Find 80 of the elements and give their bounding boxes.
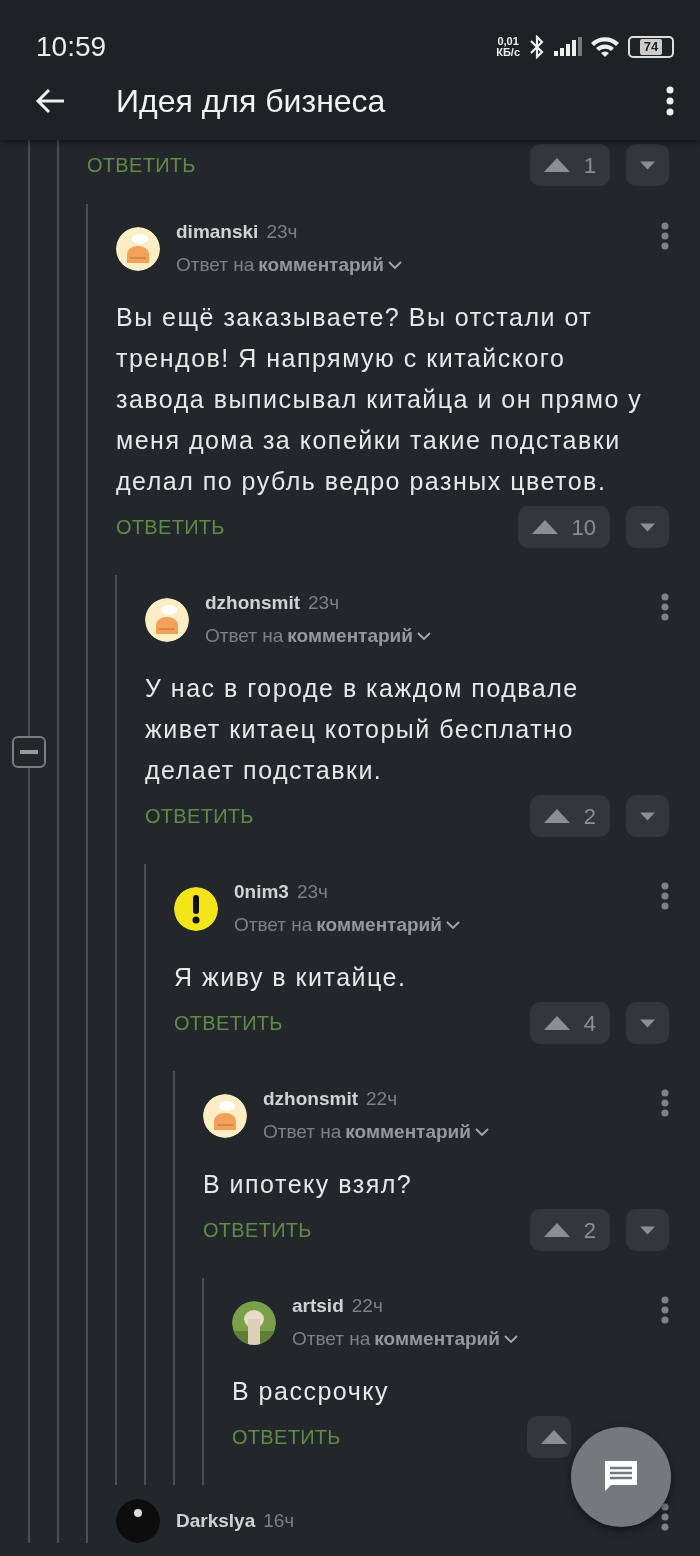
more-icon [661, 1503, 669, 1531]
reply-button[interactable]: ОТВЕТИТЬ [232, 1422, 341, 1452]
author-name[interactable]: Darkslya [176, 1509, 256, 1531]
comment-time: 16ч [263, 1509, 295, 1531]
back-arrow-icon [34, 87, 66, 115]
reply-to-text: Ответ на [292, 1326, 371, 1351]
chevron-down-icon[interactable] [474, 1126, 489, 1137]
reply-to-link[interactable]: комментарий [287, 621, 413, 650]
comment-time: 22ч [351, 1295, 383, 1316]
up-arrow-icon [543, 809, 570, 823]
upvote-button[interactable]: 2 [529, 1209, 610, 1251]
more-icon [661, 882, 669, 910]
signal-icon [554, 37, 582, 57]
reply-button[interactable]: ОТВЕТИТЬ [203, 1215, 312, 1245]
more-icon [666, 86, 674, 116]
comment-time: 22ч [366, 1088, 398, 1109]
up-arrow-icon [543, 1223, 570, 1237]
downvote-button[interactable] [626, 144, 669, 186]
comment-time: 23ч [308, 592, 340, 613]
upvote-button[interactable]: 10 [517, 506, 610, 548]
up-arrow-icon [531, 520, 558, 534]
reply-to-link[interactable]: комментарий [345, 1117, 471, 1146]
minus-icon [20, 750, 38, 754]
down-arrow-icon [640, 158, 655, 172]
down-arrow-icon [640, 809, 655, 823]
reply-button[interactable]: ОТВЕТИТЬ [87, 150, 196, 180]
page-title: Идея для бизнеса [116, 82, 386, 121]
chevron-down-icon[interactable] [416, 630, 431, 641]
reply-to-text: Ответ на [176, 252, 255, 277]
network-speed: 0,01 КБ/с [496, 36, 520, 58]
author-name[interactable]: dzhonsmit [205, 592, 300, 613]
comment-text: У нас в городе в каждом подвале живет китаец который бесплатно делает подставки. [145, 673, 580, 786]
back-button[interactable] [34, 87, 66, 115]
author-name[interactable]: dimanski [176, 221, 259, 242]
chevron-down-icon[interactable] [445, 919, 460, 930]
more-icon [661, 1089, 669, 1117]
downvote-button[interactable] [626, 1209, 669, 1251]
comment-text: В рассрочку [232, 1376, 390, 1407]
reply-to-text: Ответ на [205, 623, 284, 648]
reply-to-text: Ответ на [263, 1119, 342, 1144]
up-arrow-icon [543, 1016, 570, 1030]
more-icon [661, 222, 669, 250]
upvote-button[interactable]: 1 [529, 144, 610, 186]
comment-text: Я живу в китайце. [174, 962, 408, 993]
upvote-button[interactable] [527, 1416, 571, 1458]
wifi-icon [590, 36, 620, 58]
status-time: 10:59 [36, 30, 107, 64]
chevron-down-icon[interactable] [387, 259, 402, 270]
chevron-down-icon[interactable] [503, 1333, 518, 1344]
reply-button[interactable]: ОТВЕТИТЬ [116, 512, 225, 542]
reply-button[interactable]: ОТВЕТИТЬ [174, 1008, 283, 1038]
downvote-button[interactable] [626, 506, 669, 548]
comment-text: Вы ещё заказываете? Вы отстали от трендов! Я напрямую с китайского завода выписывал китайца и он прямо у меня дома за копейки такие подставки делал по рубль ведро разных цветов. [116, 302, 644, 497]
battery-indicator: 74 [628, 36, 674, 58]
comment-time: 23ч [266, 221, 298, 242]
more-options-button[interactable] [666, 86, 674, 116]
comment-button[interactable] [571, 1427, 671, 1527]
upvote-button[interactable]: 2 [529, 795, 610, 837]
more-icon [661, 1296, 669, 1324]
comment-text: В ипотеку взял? [203, 1169, 414, 1200]
down-arrow-icon [640, 520, 655, 534]
author-name[interactable]: dzhonsmit [263, 1088, 358, 1109]
collapse-button[interactable] [12, 736, 46, 768]
upvote-button[interactable]: 4 [529, 1002, 610, 1044]
down-arrow-icon [640, 1223, 655, 1237]
up-arrow-icon [543, 158, 570, 172]
reply-to-link[interactable]: комментарий [316, 910, 442, 939]
more-icon [661, 593, 669, 621]
down-arrow-icon [640, 1016, 655, 1030]
up-arrow-icon [541, 1430, 567, 1444]
author-name[interactable]: artsid [292, 1295, 344, 1316]
downvote-button[interactable] [626, 795, 669, 837]
comment-time: 23ч [296, 881, 328, 902]
reply-to-link[interactable]: комментарий [258, 250, 384, 279]
reply-to-text: Ответ на [234, 912, 313, 937]
bluetooth-icon [528, 35, 546, 59]
reply-button[interactable]: ОТВЕТИТЬ [145, 801, 254, 831]
author-name[interactable]: 0nim3 [234, 881, 289, 902]
downvote-button[interactable] [626, 1002, 669, 1044]
reply-to-link[interactable]: комментарий [374, 1324, 500, 1353]
